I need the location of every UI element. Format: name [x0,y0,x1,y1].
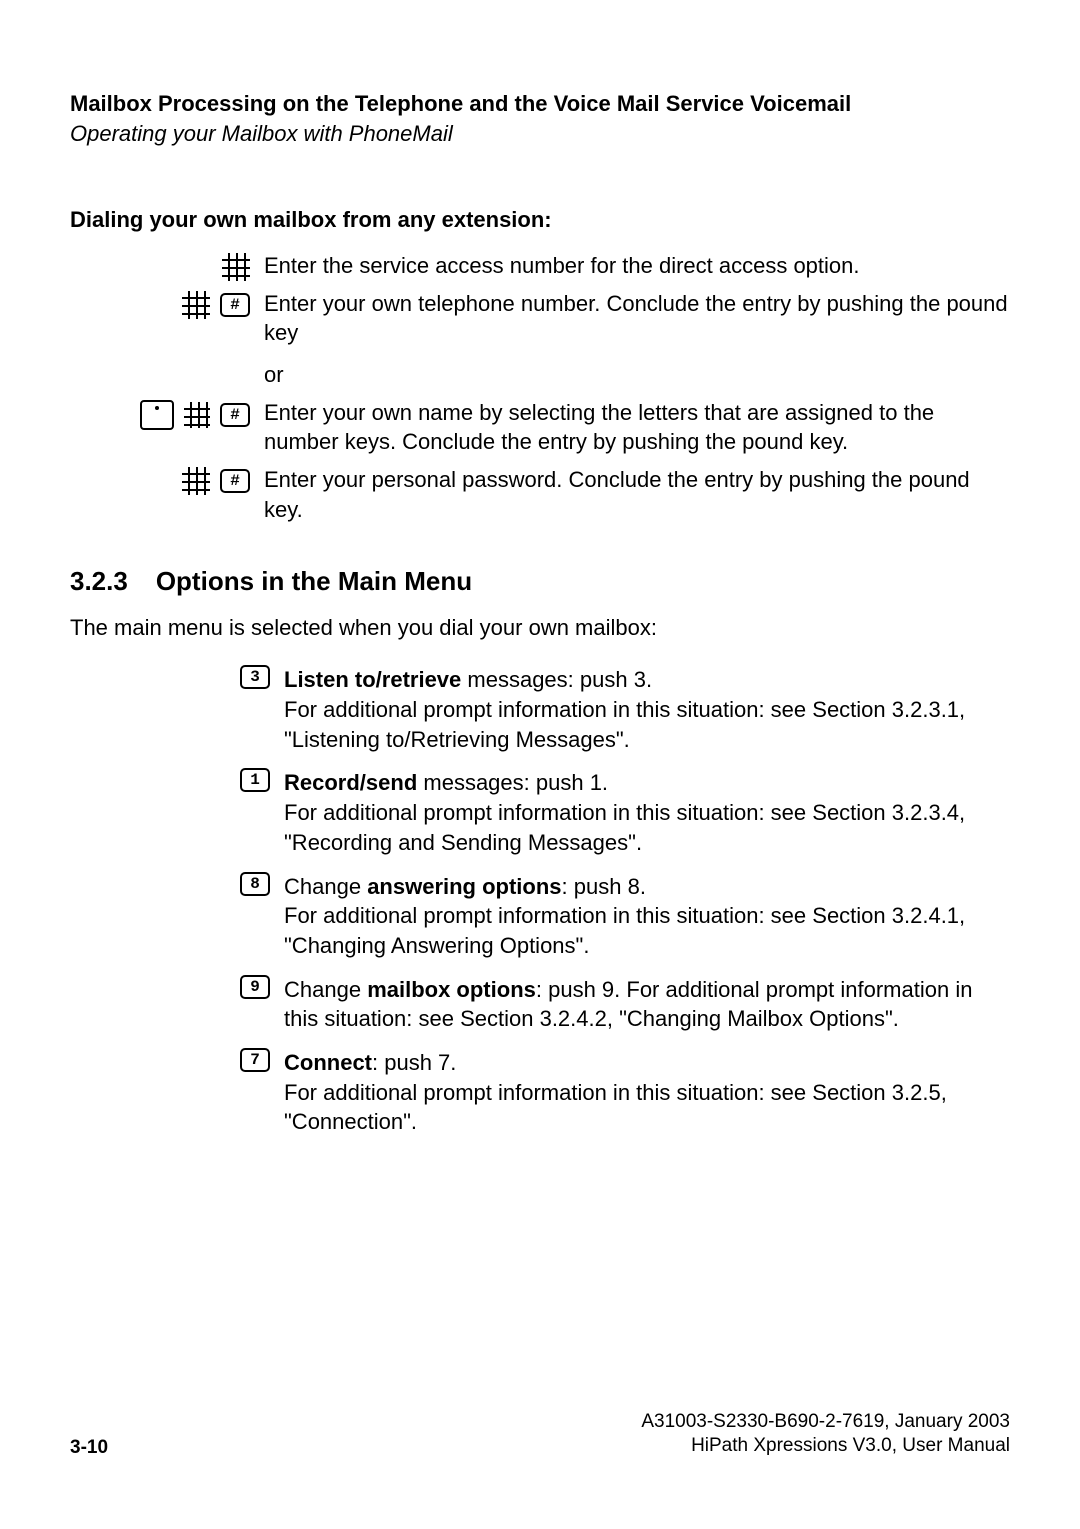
option-rest: messages: push 3. [461,667,652,692]
option-line2: For additional prompt information in thi… [284,1080,947,1135]
option-text: Connect: push 7. For additional prompt i… [284,1048,1010,1137]
footer-right: A31003-S2330-B690-2-7619, January 2003 H… [641,1410,1010,1459]
digit-key-icon: 7 [240,1048,270,1072]
footer-doc-id: A31003-S2330-B690-2-7619, January 2003 [641,1410,1010,1435]
option-text: Change mailbox options: push 9. For addi… [284,975,1010,1034]
section-number: 3.2.3 [70,566,128,597]
page-number: 3-10 [70,1437,108,1459]
step-text: Enter your personal password. Conclude t… [264,465,1010,524]
section-intro: The main menu is selected when you dial … [70,615,1010,641]
pound-key-icon: # [220,469,250,493]
option-key-cell: 7 [70,1048,284,1072]
step-text: Enter your own name by selecting the let… [264,398,1010,457]
step-row: Enter the service access number for the … [70,251,1010,281]
step-text: or [264,356,1010,390]
section-heading: 3.2.3 Options in the Main Menu [70,566,1010,597]
option-row: 8 Change answering options: push 8. For … [70,872,1010,961]
digit-key-icon: 9 [240,975,270,999]
option-key-cell: 9 [70,975,284,999]
step-icons [70,251,264,281]
option-row: 9 Change mailbox options: push 9. For ad… [70,975,1010,1034]
keypad-icon [184,402,210,428]
digit-key-icon: 3 [240,665,270,689]
step-row: # Enter your personal password. Conclude… [70,465,1010,524]
option-line2: For additional prompt information in thi… [284,697,965,752]
option-bold: Connect [284,1050,372,1075]
option-key-cell: 8 [70,872,284,896]
digit-key-icon: 8 [240,872,270,896]
option-rest: : push 8. [562,874,646,899]
option-line2: For additional prompt information in thi… [284,800,965,855]
option-pre: Change [284,874,367,899]
chapter-subtitle: Operating your Mailbox with PhoneMail [70,121,1010,147]
option-bold: Record/send [284,770,417,795]
option-bold: Listen to/retrieve [284,667,461,692]
page-footer: 3-10 A31003-S2330-B690-2-7619, January 2… [70,1410,1010,1459]
option-text: Listen to/retrieve messages: push 3. For… [284,665,1010,754]
section-title: Options in the Main Menu [156,566,472,597]
option-text: Record/send messages: push 1. For additi… [284,768,1010,857]
option-text: Change answering options: push 8. For ad… [284,872,1010,961]
step-text: Enter your own telephone number. Conclud… [264,289,1010,348]
option-row: 7 Connect: push 7. For additional prompt… [70,1048,1010,1137]
step-row: or [70,356,1010,390]
step-icons [70,356,264,358]
digit-key-icon: 1 [240,768,270,792]
option-row: 3 Listen to/retrieve messages: push 3. F… [70,665,1010,754]
keypad-icon [182,291,210,319]
option-key-cell: 1 [70,768,284,792]
dialing-heading: Dialing your own mailbox from any extens… [70,207,1010,233]
footer-product: HiPath Xpressions V3.0, User Manual [641,1434,1010,1459]
option-rest: messages: push 1. [417,770,608,795]
handset-icon [140,400,174,430]
option-rest: : push 7. [372,1050,456,1075]
pound-key-icon: # [220,403,250,427]
chapter-title: Mailbox Processing on the Telephone and … [70,90,1010,119]
option-line2: For additional prompt information in thi… [284,903,965,958]
option-key-cell: 3 [70,665,284,689]
step-row: # Enter your own telephone number. Concl… [70,289,1010,348]
keypad-icon [182,467,210,495]
page: Mailbox Processing on the Telephone and … [0,0,1080,1529]
option-bold: answering options [367,874,561,899]
step-icons: # [70,465,264,495]
option-row: 1 Record/send messages: push 1. For addi… [70,768,1010,857]
option-pre: Change [284,977,367,1002]
pound-key-icon: # [220,293,250,317]
step-row: # Enter your own name by selecting the l… [70,398,1010,457]
step-icons: # [70,289,264,319]
step-icons: # [70,398,264,430]
option-bold: mailbox options [367,977,536,1002]
keypad-icon [222,253,250,281]
step-text: Enter the service access number for the … [264,251,1010,281]
